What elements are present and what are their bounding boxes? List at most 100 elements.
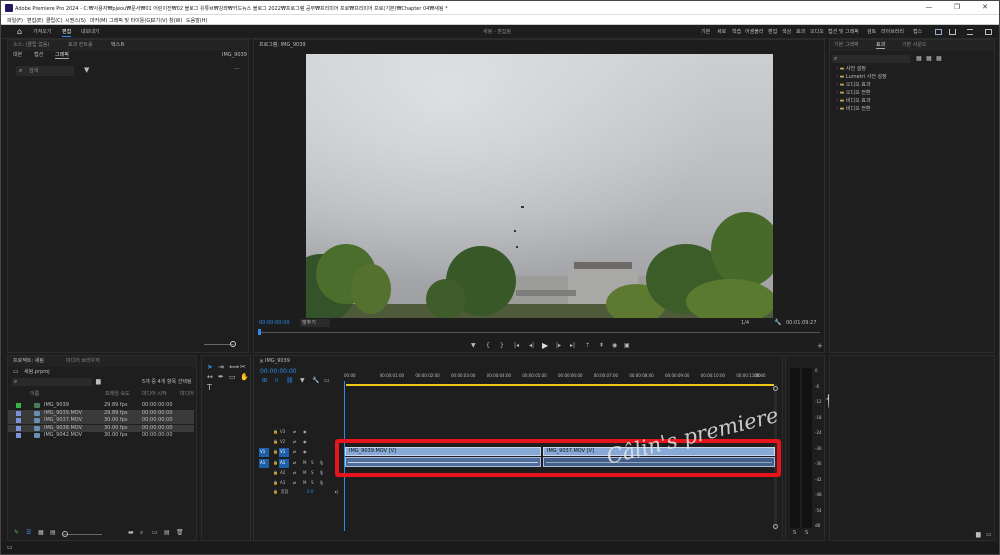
captions-icon[interactable]: ▭ xyxy=(324,378,330,384)
effects-search-input[interactable]: ⌕ xyxy=(832,55,910,63)
extract-icon[interactable]: ⇞ xyxy=(599,343,604,349)
yuv-effects-icon[interactable]: ▦ xyxy=(936,56,942,62)
track-header-v2[interactable]: 🔒 V2 ⇄ ◉ xyxy=(257,438,341,447)
more-options-icon[interactable]: ··· xyxy=(234,67,240,73)
workspace-libraries[interactable]: 라이브러리 xyxy=(881,30,904,35)
track-target[interactable]: V3 xyxy=(279,428,289,437)
timeline-ruler[interactable]: 00:00 00:00:01:00 00:00:02:00 00:00:03:00 00… xyxy=(344,372,778,382)
find-icon[interactable]: ⌕ xyxy=(140,530,143,536)
play-icon[interactable]: ▶ xyxy=(542,342,548,350)
workspace-learn[interactable]: 학습 xyxy=(732,30,741,35)
sync-lock-icon[interactable]: ⇄ xyxy=(293,471,296,475)
solo-button[interactable]: S xyxy=(311,471,314,475)
mute-button[interactable]: M xyxy=(303,471,306,475)
bin-icon[interactable]: ▆ xyxy=(96,379,101,385)
lock-icon[interactable]: 🔒 xyxy=(273,471,278,475)
menu-edit[interactable]: 편집(E) xyxy=(27,17,43,24)
type-tool-icon[interactable]: T xyxy=(207,384,212,392)
button-editor-icon[interactable]: + xyxy=(817,343,823,350)
quality-dropdown[interactable]: 1/4 xyxy=(741,321,749,326)
source-patch[interactable]: V1 xyxy=(259,448,269,457)
maximize-button[interactable]: ❐ xyxy=(947,3,967,11)
go-to-out-icon[interactable]: ▸| xyxy=(570,343,575,349)
project-item-row[interactable]: IMG_9039.MOV 29.89 fps 00:00:00:00 xyxy=(8,409,194,417)
voice-over-icon[interactable]: 🎙 xyxy=(319,481,324,485)
track-header-v1[interactable]: V1 🔒 V1 ⇄ ◉ xyxy=(257,448,341,457)
project-item-row[interactable]: IMG_9042.MOV 30.00 fps 00:00:00:00 xyxy=(8,432,194,439)
track-target[interactable]: A3 xyxy=(279,479,289,488)
vscroll-handle-top[interactable] xyxy=(773,386,778,391)
lift-icon[interactable]: ⇡ xyxy=(585,343,590,349)
timeline-settings-icon[interactable]: 🔧 xyxy=(312,378,319,384)
lock-icon[interactable]: 🔒 xyxy=(273,490,278,494)
step-back-icon[interactable]: ◂| xyxy=(529,343,534,349)
track-header-a1[interactable]: A1 🔒 A1 ⇄ M S 🎙 xyxy=(257,459,341,468)
effects-item-video-transitions[interactable]: › ▬ 비디오 전환 xyxy=(836,107,871,112)
lock-icon[interactable]: 🔒 xyxy=(273,461,278,465)
menu-file[interactable]: 파일(F) xyxy=(7,17,23,24)
tab-text[interactable]: 텍스트 xyxy=(111,43,125,48)
fullscreen-icon[interactable] xyxy=(985,29,992,35)
fit-dropdown[interactable]: 맞추기 xyxy=(300,319,330,327)
menu-marker[interactable]: 마커(M) xyxy=(90,17,107,24)
new-item-icon[interactable]: ▤ xyxy=(164,530,170,536)
rectangle-tool-icon[interactable]: ▭ xyxy=(229,374,236,381)
eye-icon[interactable]: ◉ xyxy=(303,450,307,454)
add-marker-icon[interactable]: ▼ xyxy=(471,343,476,349)
menu-help[interactable]: 도움말(H) xyxy=(186,17,207,24)
menu-sequence[interactable]: 시퀀스(S) xyxy=(65,17,86,24)
home-icon[interactable]: ⌂ xyxy=(17,28,22,36)
voice-over-icon[interactable]: 🎙 xyxy=(319,471,324,475)
minimize-button[interactable]: — xyxy=(919,3,939,11)
project-item-row[interactable]: IMG_9039 29.89 fps 00:00:00:00 xyxy=(8,402,194,409)
automate-icon[interactable]: ▬ xyxy=(128,530,134,536)
snap-icon[interactable]: ∩ xyxy=(274,378,278,384)
close-button[interactable]: ✕ xyxy=(975,3,995,11)
insert-nest-icon[interactable]: ⊞ xyxy=(262,378,267,384)
subtab-graphics[interactable]: 그래픽 xyxy=(55,53,69,59)
lock-icon[interactable]: 🔒 xyxy=(273,450,278,454)
pen-tool-icon[interactable]: ✒ xyxy=(218,374,224,381)
solo-button[interactable]: S xyxy=(311,461,314,465)
workspace-assembly[interactable]: 어셈블리 xyxy=(745,30,763,35)
column-media-start[interactable]: 미디어 시작 xyxy=(142,392,167,397)
timeline-timecode[interactable]: 00:00:00:00 xyxy=(260,369,297,375)
tab-essential-graphics[interactable]: 기본 그래픽 xyxy=(834,43,859,48)
lock-icon[interactable]: 🔒 xyxy=(273,481,278,485)
share-icon[interactable] xyxy=(949,29,956,35)
source-patch[interactable]: A1 xyxy=(259,459,269,468)
track-select-tool-icon[interactable]: ⇥ xyxy=(218,364,224,371)
tab-edit[interactable]: 편집 xyxy=(62,30,72,37)
workspace-captions[interactable]: 캡션 및 그래픽 xyxy=(828,30,859,35)
comparison-view-icon[interactable]: ▣ xyxy=(624,343,630,349)
thumbnail-size-slider[interactable] xyxy=(62,534,102,535)
workspace-vertical[interactable]: 세로 xyxy=(717,30,726,35)
thumbnail-size-handle[interactable] xyxy=(62,531,68,537)
tab-essential-sound[interactable]: 기본 사운드 xyxy=(902,43,927,48)
menu-window[interactable]: 창(W) xyxy=(169,17,182,24)
tab-media-browser[interactable]: 미디어 브라우저 xyxy=(66,359,100,364)
ripple-edit-tool-icon[interactable]: ⟺ xyxy=(229,364,239,371)
mix-jump-icon[interactable]: ▸| xyxy=(335,490,338,494)
effects-item-video-effects[interactable]: › ▬ 비디오 효과 xyxy=(836,99,871,104)
linked-selection-icon[interactable]: ⛓ xyxy=(286,378,294,384)
eye-icon[interactable]: ◉ xyxy=(303,430,307,434)
voice-over-icon[interactable]: 🎙 xyxy=(319,461,324,465)
workspace-edit[interactable]: 편집 xyxy=(768,30,777,35)
workspace-effects[interactable]: 효과 xyxy=(796,30,805,35)
panel-menu-icon[interactable]: ▆ xyxy=(976,532,981,538)
workspace-basic[interactable]: 기본 xyxy=(701,30,710,35)
tab-import[interactable]: 가져오기 xyxy=(33,30,51,35)
accelerated-effects-icon[interactable]: ▦ xyxy=(916,56,922,62)
solo-button[interactable]: S xyxy=(311,481,314,485)
wrench-icon[interactable]: 🔧 xyxy=(774,320,781,326)
razor-tool-icon[interactable]: ✂ xyxy=(240,364,246,371)
workspace-captions-2[interactable]: 캡스 xyxy=(913,30,922,35)
list-view-icon[interactable]: ☰ xyxy=(26,530,31,536)
new-bin-icon[interactable]: ▭ xyxy=(152,530,158,536)
lock-icon[interactable]: 🔒 xyxy=(273,430,278,434)
tab-effects[interactable]: 효과 xyxy=(876,43,886,49)
effects-item-audio-transitions[interactable]: › ▬ 오디오 전환 xyxy=(836,91,871,96)
zoom-slider-handle[interactable] xyxy=(230,341,236,347)
pencil-icon[interactable]: ✎ xyxy=(14,530,19,536)
